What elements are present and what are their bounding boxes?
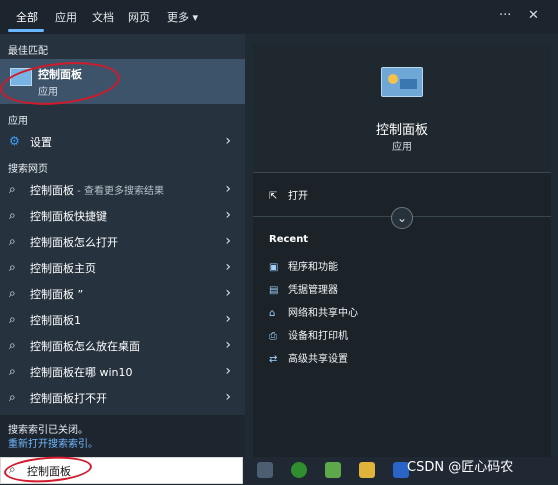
search-icon: ⌕	[9, 286, 16, 300]
best-match-heading: 最佳匹配	[8, 46, 48, 57]
index-notice: 搜索索引已关闭。	[8, 425, 88, 436]
folder-icon[interactable]	[359, 462, 375, 478]
control-panel-large-icon	[381, 67, 423, 97]
web-result-label: 控制面板 ”	[30, 288, 84, 301]
web-result-label: 控制面板1	[30, 314, 81, 327]
web-result-label: 控制面板在哪 win10	[30, 366, 133, 379]
search-icon: ⌕	[9, 260, 16, 274]
web-result-row[interactable]: ⌕ 控制面板怎么放在桌面 ›	[0, 332, 245, 358]
web-result-row[interactable]: ⌕ 控制面板 ” ›	[0, 280, 245, 306]
chrome-icon[interactable]	[291, 462, 307, 478]
recent-item-label: 高级共享设置	[288, 354, 348, 365]
share-icon: ⇄	[269, 354, 278, 365]
recent-item-label: 凭据管理器	[288, 285, 338, 296]
tab-web[interactable]: 网页	[128, 9, 150, 25]
close-icon[interactable]: ✕	[528, 8, 539, 23]
open-icon: ⇱	[269, 191, 278, 202]
web-result-row[interactable]: ⌕ 控制面板怎么打开 ›	[0, 228, 245, 254]
preview-title: 控制面板	[375, 123, 428, 138]
index-status-bar: 搜索索引已关闭。 重新打开搜索索引。	[0, 415, 245, 457]
editor-icon[interactable]	[325, 462, 341, 478]
network-icon: ⌂	[269, 308, 276, 319]
active-tab-indicator	[8, 29, 44, 32]
web-result-row[interactable]: ⌕ 控制面板 - 查看更多搜索结果 ›	[0, 176, 245, 202]
recent-heading: Recent	[269, 234, 309, 245]
preview-panel: 控制面板 应用 ⇱ 打开 ⌄ Recent ▣ 程序和功能 ▤ 凭据管理器 ⌂ 网络和共…	[253, 44, 551, 457]
index-link[interactable]: 重新打开搜索索引。	[8, 435, 98, 450]
web-result-row[interactable]: ⌕ 控制面板打不开 ›	[0, 384, 245, 410]
programs-icon: ▣	[269, 262, 279, 273]
chevron-right-icon[interactable]: ›	[225, 311, 231, 327]
web-result-row[interactable]: ⌕ 控制面板主页 ›	[0, 254, 245, 280]
recent-item[interactable]: ▣ 程序和功能	[269, 258, 338, 273]
recent-item-label: 网络和共享中心	[288, 308, 358, 319]
tab-more-label: 更多	[167, 11, 189, 24]
expand-icon[interactable]: ⌄	[391, 207, 413, 229]
web-result-label: 控制面板怎么打开	[30, 236, 118, 249]
printer-icon: ⎙	[269, 331, 277, 342]
recent-item[interactable]: ▤ 凭据管理器	[269, 281, 338, 296]
web-result-row[interactable]: ⌕ 控制面板快捷键 ›	[0, 202, 245, 228]
tab-documents[interactable]: 文档	[92, 9, 114, 25]
settings-app-row[interactable]: ⚙ 设置 ›	[0, 128, 245, 154]
search-tabs-bar: 全部 应用 文档 网页 更多 ▾ ··· ✕	[0, 0, 558, 34]
web-result-label: 控制面板打不开	[30, 392, 107, 405]
tab-apps[interactable]: 应用	[55, 9, 77, 25]
web-result-label: 控制面板快捷键	[30, 210, 107, 223]
recent-item-label: 设备和打印机	[288, 331, 348, 342]
open-action[interactable]: ⇱ 打开	[269, 187, 308, 202]
recent-item-label: 程序和功能	[288, 262, 338, 273]
chevron-right-icon[interactable]: ›	[225, 337, 231, 353]
recent-item[interactable]: ⌂ 网络和共享中心	[269, 304, 358, 319]
web-result-row[interactable]: ⌕ 控制面板1 ›	[0, 306, 245, 332]
search-icon: ⌕	[9, 312, 16, 326]
tab-all[interactable]: 全部	[16, 9, 38, 25]
search-icon: ⌕	[9, 364, 16, 378]
chevron-right-icon[interactable]: ›	[225, 363, 231, 379]
web-result-row[interactable]: ⌕ 控制面板在哪 win10 ›	[0, 358, 245, 384]
chevron-right-icon[interactable]: ›	[225, 259, 231, 275]
web-result-label: 控制面板怎么放在桌面	[30, 340, 140, 353]
search-icon: ⌕	[9, 338, 16, 352]
apps-heading: 应用	[8, 116, 28, 127]
web-result-label: 控制面板主页	[30, 262, 96, 275]
web-result-subtext: - 查看更多搜索结果	[74, 186, 164, 197]
chevron-right-icon[interactable]: ›	[225, 181, 231, 197]
settings-label: 设置	[30, 136, 52, 149]
web-result-text: 控制面板 - 查看更多搜索结果	[30, 182, 164, 198]
search-icon: ⌕	[9, 390, 16, 404]
chevron-down-icon: ▾	[192, 11, 199, 24]
web-result-label: 控制面板	[30, 184, 74, 197]
recent-item[interactable]: ⎙ 设备和打印机	[269, 327, 348, 342]
watermark: CSDN @匠心码农	[407, 460, 514, 475]
search-icon: ⌕	[9, 208, 16, 222]
gear-icon: ⚙	[9, 134, 20, 148]
search-icon: ⌕	[9, 234, 16, 248]
app-preview-header: 控制面板 应用	[253, 44, 551, 173]
recent-item[interactable]: ⇄ 高级共享设置	[269, 350, 348, 365]
chevron-right-icon[interactable]: ›	[225, 285, 231, 301]
more-options-icon[interactable]: ···	[499, 8, 511, 23]
open-label: 打开	[288, 191, 308, 202]
taskbar-app-icon[interactable]	[257, 462, 273, 478]
preview-subtitle: 应用	[392, 142, 412, 153]
chevron-right-icon[interactable]: ›	[225, 389, 231, 405]
tab-more[interactable]: 更多 ▾	[167, 9, 198, 25]
web-search-heading: 搜索网页	[8, 164, 48, 175]
chevron-right-icon[interactable]: ›	[225, 233, 231, 249]
search-icon: ⌕	[9, 182, 16, 196]
credential-icon: ▤	[269, 285, 279, 296]
chevron-right-icon[interactable]: ›	[225, 207, 231, 223]
chevron-right-icon[interactable]: ›	[225, 133, 231, 149]
